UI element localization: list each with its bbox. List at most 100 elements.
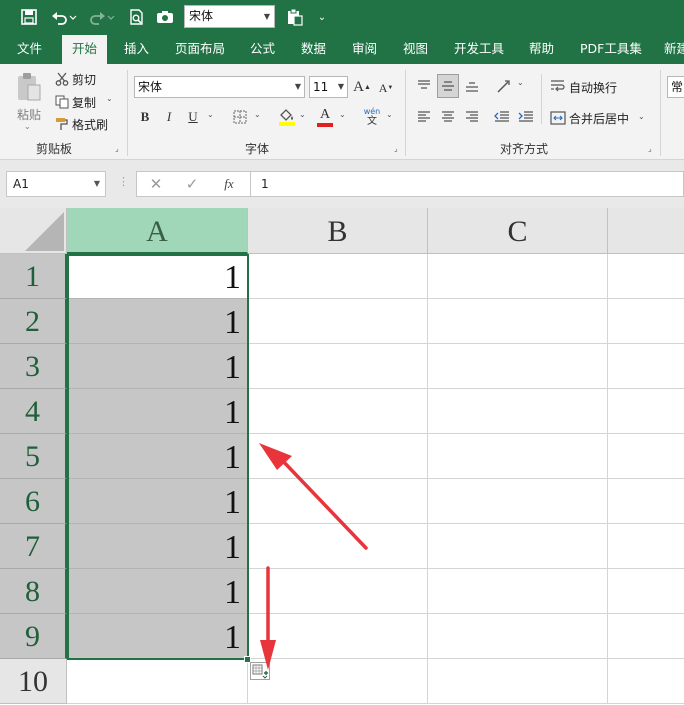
cell-d10[interactable] — [608, 659, 684, 704]
cell-d4[interactable] — [608, 389, 684, 434]
cell-b4[interactable] — [248, 389, 428, 434]
number-format-combo[interactable]: 常 — [667, 76, 684, 98]
tab-insert[interactable]: 插入 — [124, 35, 149, 64]
borders-icon[interactable] — [232, 109, 248, 125]
cell-b6[interactable] — [248, 479, 428, 524]
print-preview-icon[interactable] — [126, 6, 148, 28]
cell-c10[interactable] — [428, 659, 608, 704]
align-left-icon[interactable] — [414, 108, 434, 126]
font-name-combo[interactable]: 宋体 ▼ — [134, 76, 305, 98]
cell-b10[interactable] — [248, 659, 428, 704]
cell-a1[interactable]: 1 — [67, 254, 248, 299]
merge-center-icon[interactable] — [549, 109, 567, 127]
column-header-d[interactable] — [608, 208, 684, 254]
chevron-down-icon[interactable]: ⌄ — [24, 122, 31, 131]
name-box[interactable]: A1 ▼ — [6, 171, 106, 197]
column-header-c[interactable]: C — [428, 208, 608, 254]
font-combo-quick[interactable]: 宋体 ▼ — [184, 5, 275, 28]
chevron-down-icon[interactable]: ⌄ — [254, 110, 261, 119]
row-header-5[interactable]: 5 — [0, 434, 67, 479]
cell-b3[interactable] — [248, 344, 428, 389]
merge-center-label[interactable]: 合并后居中 — [569, 110, 629, 127]
format-painter-icon[interactable] — [54, 116, 70, 132]
camera-icon[interactable] — [154, 6, 176, 28]
cell-c2[interactable] — [428, 299, 608, 344]
formula-input[interactable]: 1 — [251, 171, 684, 197]
row-header-4[interactable]: 4 — [0, 389, 67, 434]
cell-c3[interactable] — [428, 344, 608, 389]
dialog-launcher-icon[interactable]: ⌟ — [648, 144, 652, 153]
copy-label[interactable]: 复制 — [72, 94, 96, 111]
cell-a7[interactable]: 1 — [67, 524, 248, 569]
column-header-b[interactable]: B — [248, 208, 428, 254]
chevron-down-icon[interactable]: ⌄ — [339, 110, 346, 119]
redo-icon[interactable] — [87, 6, 117, 28]
enter-icon[interactable]: ✓ — [183, 175, 201, 193]
save-icon[interactable] — [18, 6, 40, 28]
align-middle-icon[interactable] — [437, 74, 459, 98]
tab-page-layout[interactable]: 页面布局 — [175, 35, 225, 64]
cell-b1[interactable] — [248, 254, 428, 299]
row-header-1[interactable]: 1 — [0, 254, 67, 299]
font-color-icon[interactable]: A — [316, 107, 334, 127]
cell-c4[interactable] — [428, 389, 608, 434]
cell-d9[interactable] — [608, 614, 684, 659]
cell-d6[interactable] — [608, 479, 684, 524]
chevron-down-icon[interactable]: ⌄ — [207, 110, 214, 119]
row-header-7[interactable]: 7 — [0, 524, 67, 569]
cell-c1[interactable] — [428, 254, 608, 299]
row-header-3[interactable]: 3 — [0, 344, 67, 389]
cell-b5[interactable] — [248, 434, 428, 479]
orientation-icon[interactable] — [494, 76, 516, 96]
tab-data[interactable]: 数据 — [301, 35, 326, 64]
italic-button[interactable]: I — [162, 108, 176, 126]
chevron-down-icon[interactable]: ⌄ — [517, 78, 524, 87]
row-header-9[interactable]: 9 — [0, 614, 67, 659]
cell-a2[interactable]: 1 — [67, 299, 248, 344]
tab-formulas[interactable]: 公式 — [250, 35, 275, 64]
scissors-icon[interactable] — [54, 71, 70, 87]
formula-bar-grip-icon[interactable]: ⋮ — [118, 175, 129, 188]
tab-new[interactable]: 新建 — [664, 35, 684, 64]
row-header-8[interactable]: 8 — [0, 569, 67, 614]
chevron-down-icon[interactable]: ⌄ — [638, 112, 645, 121]
decrease-font-size-icon[interactable]: A ▼ — [378, 79, 394, 97]
cell-a3[interactable]: 1 — [67, 344, 248, 389]
chevron-down-icon[interactable]: ⌄ — [106, 94, 113, 103]
format-painter-label[interactable]: 格式刷 — [72, 116, 108, 133]
tab-file[interactable]: 文件 — [17, 35, 42, 64]
cell-c6[interactable] — [428, 479, 608, 524]
cell-b2[interactable] — [248, 299, 428, 344]
fill-color-icon[interactable] — [278, 107, 296, 127]
wrap-text-label[interactable]: 自动换行 — [569, 79, 617, 96]
customize-icon[interactable]: ⌄ — [314, 6, 330, 28]
row-header-6[interactable]: 6 — [0, 479, 67, 524]
paste-label[interactable]: 粘贴 — [17, 106, 41, 123]
cell-b8[interactable] — [248, 569, 428, 614]
cell-a9[interactable]: 1 — [67, 614, 248, 659]
tab-view[interactable]: 视图 — [403, 35, 428, 64]
chevron-down-icon[interactable]: ⌄ — [299, 110, 306, 119]
row-header-2[interactable]: 2 — [0, 299, 67, 344]
chevron-down-icon[interactable]: ⌄ — [386, 110, 393, 119]
cell-c9[interactable] — [428, 614, 608, 659]
phonetic-guide-icon[interactable]: wén 文 — [362, 105, 382, 129]
cell-c5[interactable] — [428, 434, 608, 479]
copy-icon[interactable] — [54, 94, 70, 110]
undo-icon[interactable] — [49, 6, 79, 28]
cell-a8[interactable]: 1 — [67, 569, 248, 614]
auto-fill-options-button[interactable] — [250, 662, 270, 680]
tab-review[interactable]: 审阅 — [352, 35, 377, 64]
cell-c8[interactable] — [428, 569, 608, 614]
cell-c7[interactable] — [428, 524, 608, 569]
cell-d7[interactable] — [608, 524, 684, 569]
decrease-indent-icon[interactable] — [492, 108, 512, 126]
increase-font-size-icon[interactable]: A ▲ — [353, 77, 371, 97]
dialog-launcher-icon[interactable]: ⌟ — [115, 144, 119, 153]
bold-button[interactable]: B — [138, 108, 152, 126]
cell-d3[interactable] — [608, 344, 684, 389]
align-bottom-icon[interactable] — [462, 76, 482, 96]
cell-d8[interactable] — [608, 569, 684, 614]
wrap-text-icon[interactable] — [549, 77, 567, 95]
cell-d5[interactable] — [608, 434, 684, 479]
